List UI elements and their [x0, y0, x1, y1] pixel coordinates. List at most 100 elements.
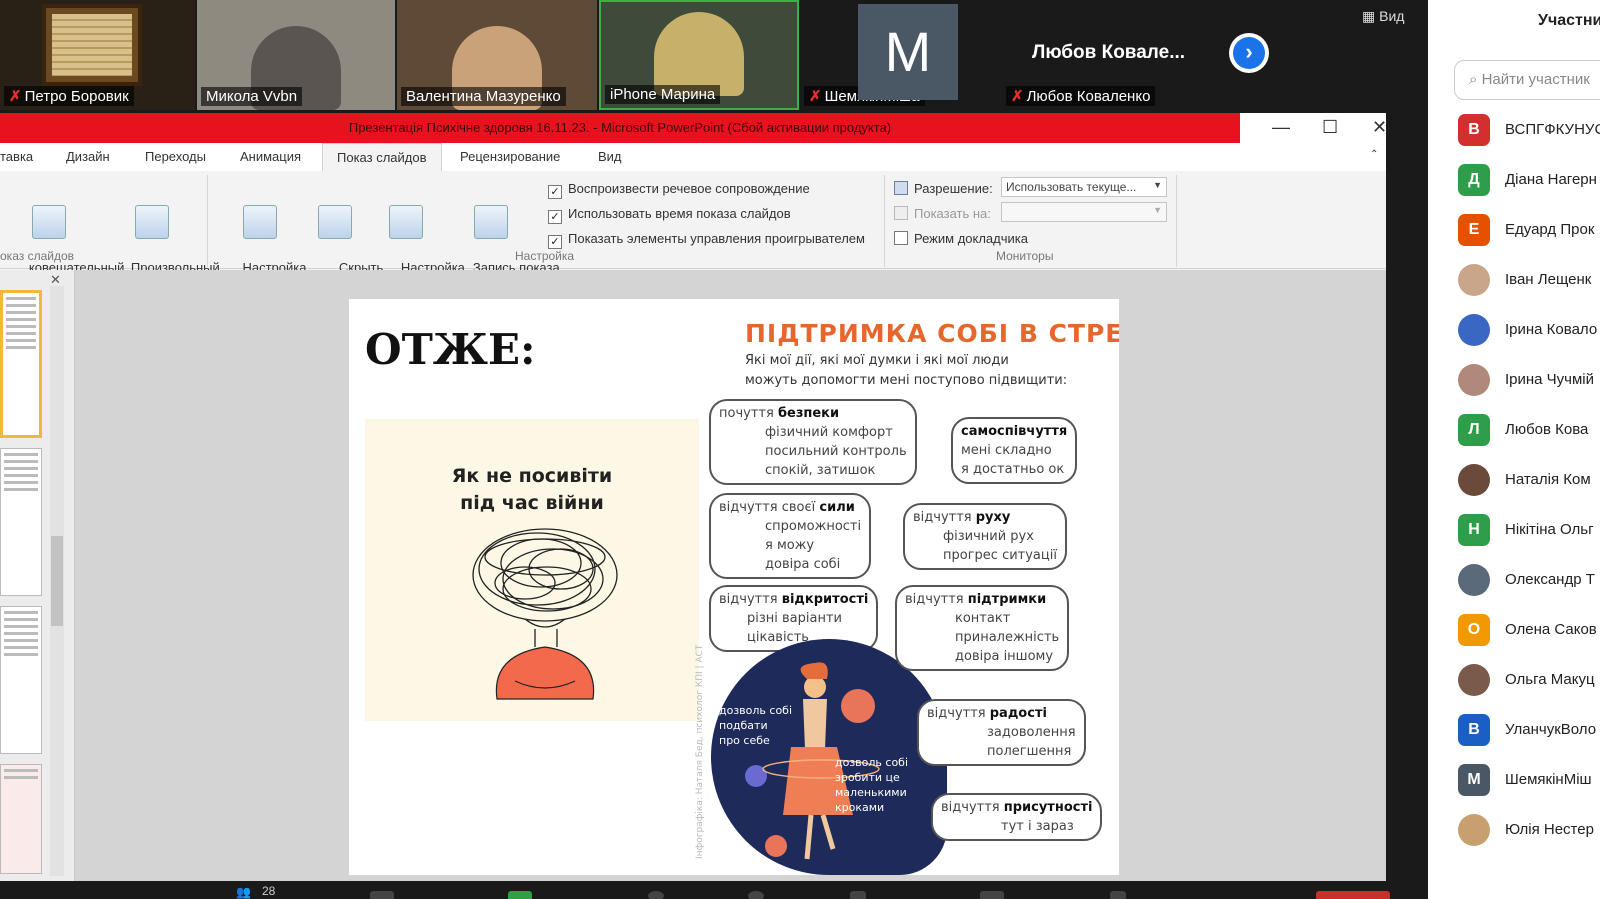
show-on-select[interactable]: ▼ — [1001, 202, 1167, 222]
share-screen-icon[interactable] — [508, 891, 532, 899]
avatar — [1458, 814, 1490, 846]
participant-name: Микола Vvbn — [201, 87, 303, 106]
end-meeting-button[interactable] — [1316, 891, 1390, 899]
participant-row[interactable]: Л Любов Кова — [1458, 414, 1600, 446]
participant-row[interactable]: Юлія Нестер — [1458, 814, 1600, 846]
tab-review[interactable]: Рецензирование — [460, 149, 560, 164]
participants-icon[interactable]: 👥 — [236, 885, 251, 899]
participant-row[interactable]: Ольга Макуц — [1458, 664, 1600, 696]
participant-row[interactable]: Ірина Ковало — [1458, 314, 1600, 346]
next-page-button[interactable]: › — [1229, 33, 1269, 73]
narration-checkbox[interactable]: ✓ Воспроизвести речевое сопровождение — [548, 181, 810, 199]
ribbon: ковещательный оказ слайдов Произвольный … — [0, 171, 1386, 290]
checkbox-empty-icon — [894, 231, 908, 245]
tab-view[interactable]: Вид — [598, 149, 622, 164]
slide-thumbnail[interactable] — [0, 764, 42, 874]
avatar — [1458, 464, 1490, 496]
participant-name: Наталія Ком — [1505, 471, 1591, 488]
avatar: М — [1458, 764, 1490, 796]
video-tile[interactable]: Микола Vvbn — [197, 0, 395, 110]
thumbnails-scrollbar[interactable] — [50, 286, 64, 876]
participant-name: Іван Лещенк — [1505, 271, 1592, 288]
avatar: Л — [1458, 414, 1490, 446]
scrollbar-thumb[interactable] — [51, 536, 63, 626]
view-button[interactable]: ▦ Вид — [1362, 8, 1404, 25]
collapse-ribbon-icon[interactable]: ⌃ — [1370, 149, 1378, 160]
screens-icon — [135, 205, 169, 239]
ribbon-tabs: тавка Дизайн Переходы Анимация Показ сла… — [0, 143, 1386, 173]
participant-row[interactable]: М ШемякінМіш — [1458, 764, 1600, 796]
tab-design[interactable]: Дизайн — [66, 149, 110, 164]
slide-thumbnail-selected[interactable] — [0, 290, 42, 438]
participant-row[interactable]: Ірина Чучмій — [1458, 364, 1600, 396]
search-icon: ⌕ — [1469, 71, 1482, 88]
participant-row[interactable]: О Олена Саков — [1458, 614, 1600, 646]
participants-count: 28 — [262, 884, 276, 898]
participant-row[interactable]: Е Едуард Прок — [1458, 214, 1600, 246]
participant-row[interactable]: В ВСПГФКУНУС — [1458, 114, 1600, 146]
avatar: Д — [1458, 164, 1490, 196]
participant-search-input[interactable]: ⌕ Найти участник — [1454, 60, 1600, 100]
avatar: Е — [1458, 214, 1490, 246]
cloud-self-compassion: самоспівчуття мені складно я достатньо ок — [951, 417, 1078, 484]
participant-name: Валентина Мазуренко — [401, 87, 566, 106]
avatar: В — [1458, 714, 1490, 746]
avatar — [1458, 314, 1490, 346]
tab-transitions[interactable]: Переходы — [145, 149, 206, 164]
apps-icon[interactable] — [850, 891, 866, 899]
mic-muted-icon: ✗ — [809, 88, 822, 105]
participant-name: УланчукВоло — [1505, 721, 1597, 738]
presenter-view-checkbox[interactable]: Режим докладчика — [894, 231, 1028, 246]
whiteboard-icon[interactable] — [980, 891, 1004, 899]
notes-icon[interactable] — [1110, 891, 1126, 899]
minimize-icon[interactable]: — — [1272, 117, 1290, 138]
participant-name: ВСПГФКУНУС — [1505, 121, 1600, 138]
participant-row[interactable]: Н Нікітіна Ольг — [1458, 514, 1600, 546]
cloud-presence: відчуття присутності тут і зараз — [931, 793, 1103, 841]
globe-icon — [32, 205, 66, 239]
mic-muted-icon: ✗ — [1011, 88, 1024, 105]
video-tile[interactable]: Валентина Мазуренко — [397, 0, 597, 110]
record-icon[interactable] — [648, 891, 664, 899]
media-controls-checkbox[interactable]: ✓ Показать элементы управления проигрыват… — [548, 231, 865, 249]
meditating-woman-icon — [762, 662, 880, 860]
slide-thumbnail[interactable] — [0, 606, 42, 754]
participant-video — [654, 12, 744, 96]
book-image — [42, 4, 142, 86]
dropdown-arrow-icon: ▼ — [1153, 180, 1162, 190]
participant-row[interactable]: Іван Лещенк — [1458, 264, 1600, 296]
tab-animation[interactable]: Анимация — [240, 149, 301, 164]
video-tile[interactable]: ✗ Петро Боровик — [0, 0, 195, 110]
timings-checkbox[interactable]: ✓ Использовать время показа слайдов — [548, 206, 791, 224]
resolution-label: Разрешение: — [894, 181, 993, 196]
stopwatch-icon — [474, 205, 508, 239]
meeting-controls-bar: 👥 28 — [0, 881, 1428, 899]
book-cover-panel: Як не посивіти під час війни — [365, 419, 699, 721]
participant-row[interactable]: Наталія Ком — [1458, 464, 1600, 496]
avatar: Н — [1458, 514, 1490, 546]
participant-name: Юлія Нестер — [1505, 821, 1594, 838]
cloud-movement: відчуття руху фізичний рух прогрес ситуац… — [903, 503, 1067, 570]
maximize-icon[interactable]: ☐ — [1322, 117, 1338, 138]
head-silhouette-illustration: дозволь собі подбати про себе дозволь со… — [711, 639, 947, 875]
tab-insert[interactable]: тавка — [0, 149, 33, 164]
participant-name: iPhone Марина — [605, 85, 721, 104]
tab-slideshow[interactable]: Показ слайдов — [322, 143, 442, 173]
mic-muted-icon: ✗ — [9, 88, 22, 105]
checkmark-icon: ✓ — [548, 185, 562, 199]
reactions-icon[interactable] — [748, 891, 764, 899]
group-label-setup: Настройка — [515, 249, 575, 263]
stressed-person-illustration — [472, 528, 618, 700]
avatar: В — [1458, 114, 1490, 146]
participant-row[interactable]: Д Діана Нагерн — [1458, 164, 1600, 196]
close-icon[interactable]: ✕ — [1372, 117, 1386, 138]
resolution-select[interactable]: Использовать текуще... ▼ — [1001, 177, 1167, 197]
participant-row[interactable]: В УланчукВоло — [1458, 714, 1600, 746]
video-strip: ✗ Петро Боровик Микола Vvbn Валентина Маз… — [0, 0, 1428, 110]
chat-icon[interactable] — [370, 891, 394, 899]
slide-thumbnail[interactable] — [0, 448, 42, 596]
video-tile-active-speaker[interactable]: iPhone Марина — [599, 0, 799, 110]
slide-canvas[interactable]: ОТЖЕ: Як не посивіти під час війни ПІДТР… — [349, 299, 1119, 875]
avatar: M — [858, 4, 958, 100]
participant-row[interactable]: Олександр Т — [1458, 564, 1600, 596]
